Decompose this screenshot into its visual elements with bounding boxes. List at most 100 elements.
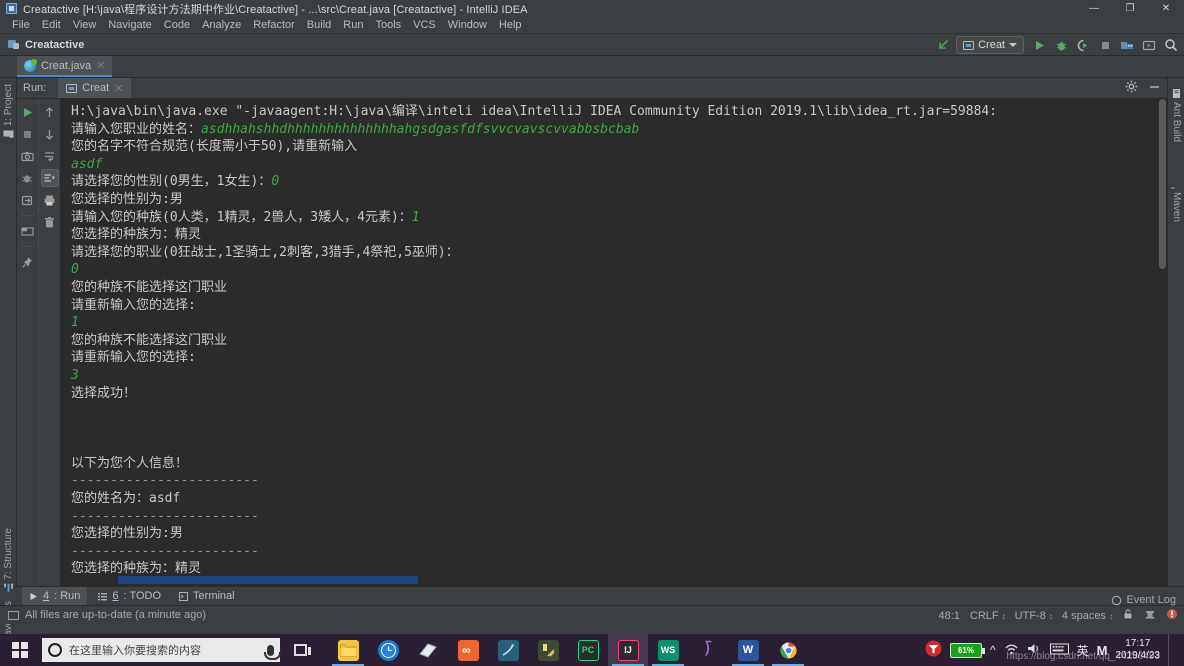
lock-icon[interactable] bbox=[1122, 608, 1134, 623]
taskbar-app-chrome[interactable] bbox=[768, 634, 808, 666]
debug-button[interactable] bbox=[1052, 36, 1070, 54]
battery-indicator[interactable]: 61% bbox=[950, 642, 985, 658]
start-button[interactable] bbox=[0, 634, 40, 666]
bottom-tab-run[interactable]: 4: Run bbox=[22, 587, 88, 605]
show-hidden-icons-button[interactable]: ^ bbox=[990, 643, 996, 657]
console-output[interactable]: H:\java\bin\java.exe "-javaagent:H:\java… bbox=[61, 99, 1167, 586]
tray-app-icon[interactable] bbox=[925, 640, 942, 660]
sidebar-item-ant-build[interactable]: Ant Build bbox=[1168, 88, 1184, 142]
console-scrollbar[interactable] bbox=[1159, 99, 1166, 586]
chrome-icon bbox=[778, 640, 799, 661]
console-prompt: 请输入您的种族(0人类，1精灵，2兽人，3矮人，4元素)： bbox=[71, 209, 412, 225]
menu-help[interactable]: Help bbox=[493, 17, 528, 33]
indent-setting[interactable]: 4 spaces ↕ bbox=[1062, 610, 1113, 622]
line-separator[interactable]: CRLF ↕ bbox=[970, 610, 1006, 622]
menu-window[interactable]: Window bbox=[442, 17, 493, 33]
close-button[interactable]: ✕ bbox=[1148, 0, 1184, 17]
menu-analyze[interactable]: Analyze bbox=[196, 17, 247, 33]
scroll-down-button[interactable] bbox=[41, 125, 59, 143]
taskbar-app-tools[interactable] bbox=[528, 634, 568, 666]
run-button[interactable] bbox=[1030, 36, 1048, 54]
taskbar-app-intellij-idea[interactable]: IJ bbox=[608, 634, 648, 666]
taskbar-clock[interactable]: 17:17 2019/4/23 bbox=[1116, 638, 1161, 662]
ime-mode-icon[interactable]: M bbox=[1097, 643, 1108, 658]
show-desktop-button[interactable] bbox=[1168, 634, 1176, 666]
rerun-button[interactable] bbox=[19, 103, 37, 121]
taskbar-app-word[interactable]: W bbox=[728, 634, 768, 666]
taskbar-app-pycharm[interactable]: PC bbox=[568, 634, 608, 666]
sidebar-item-structure[interactable]: 7: Structure bbox=[0, 528, 17, 594]
ime-chinese-icon[interactable]: 英 bbox=[1077, 642, 1089, 659]
export-button[interactable] bbox=[19, 191, 37, 209]
update-project-button[interactable] bbox=[1140, 36, 1158, 54]
menu-tools[interactable]: Tools bbox=[369, 17, 407, 33]
bottom-tab-todo[interactable]: 6: TODO bbox=[91, 587, 168, 605]
menu-vcs[interactable]: VCS bbox=[407, 17, 442, 33]
microphone-icon[interactable] bbox=[264, 644, 281, 660]
sidebar-item-maven[interactable]: m Maven bbox=[1166, 178, 1184, 222]
layout-button[interactable] bbox=[19, 222, 37, 240]
back-arrow-icon[interactable] bbox=[934, 36, 952, 54]
menu-run[interactable]: Run bbox=[337, 17, 369, 33]
menu-navigate[interactable]: Navigate bbox=[102, 17, 157, 33]
taskbar-app-clock[interactable] bbox=[368, 634, 408, 666]
soft-wrap-button[interactable] bbox=[41, 147, 59, 165]
menu-refactor[interactable]: Refactor bbox=[247, 17, 301, 33]
run-configuration-selector[interactable]: Creat bbox=[956, 36, 1024, 54]
minimize-icon[interactable] bbox=[1148, 80, 1161, 98]
scroll-to-end-button[interactable] bbox=[40, 169, 59, 187]
clear-all-button[interactable] bbox=[41, 213, 59, 231]
console-line: 请选择您的性别(0男生，1女生)：0 bbox=[71, 173, 1167, 191]
taskbar-app-xampp[interactable]: ∞ bbox=[448, 634, 488, 666]
console-line: 请选择您的职业(0狂战士,1圣骑士,2刺客,3猎手,4祭祀,5巫师)： bbox=[71, 244, 459, 260]
sidebar-item-project[interactable]: 1: Project bbox=[0, 84, 17, 140]
run-tab-label: Creat bbox=[82, 82, 110, 94]
taskbar-app-webstorm[interactable]: WS bbox=[648, 634, 688, 666]
title-bar: Creatactive [H:\java\程序设计方法期中作业\Creatact… bbox=[0, 0, 1184, 17]
pin-button[interactable] bbox=[19, 253, 37, 271]
taskbar-app-navicat[interactable] bbox=[488, 634, 528, 666]
run-tab-creat[interactable]: Creat ✕ bbox=[58, 78, 132, 98]
maven-icon: m bbox=[1166, 178, 1182, 192]
minimize-button[interactable]: — bbox=[1076, 0, 1112, 17]
scrollbar-thumb[interactable] bbox=[1159, 99, 1166, 269]
menu-view[interactable]: View bbox=[67, 17, 103, 33]
menu-code[interactable]: Code bbox=[158, 17, 196, 33]
bottom-tab-terminal[interactable]: Terminal bbox=[172, 587, 242, 605]
inspection-icon[interactable] bbox=[1144, 608, 1156, 623]
editor-tab-creat-java[interactable]: Creat.java ✕ bbox=[17, 56, 113, 77]
search-everywhere-icon[interactable] bbox=[1162, 36, 1180, 54]
caret-position[interactable]: 48:1 bbox=[938, 610, 959, 622]
project-structure-button[interactable] bbox=[1118, 36, 1136, 54]
taskbar-app-file-explorer[interactable] bbox=[328, 634, 368, 666]
event-log-button[interactable]: Event Log bbox=[1111, 594, 1176, 606]
debug-attach-button[interactable] bbox=[19, 169, 37, 187]
task-view-button[interactable] bbox=[280, 634, 320, 666]
breadcrumb[interactable]: Creatactive bbox=[25, 39, 84, 51]
network-icon[interactable] bbox=[1004, 642, 1019, 658]
volume-icon[interactable] bbox=[1027, 642, 1042, 658]
menu-edit[interactable]: Edit bbox=[36, 17, 67, 33]
print-button[interactable] bbox=[41, 191, 59, 209]
close-icon[interactable]: ✕ bbox=[96, 59, 105, 72]
error-icon[interactable] bbox=[1166, 608, 1178, 623]
close-icon[interactable]: ✕ bbox=[114, 82, 123, 95]
menu-file[interactable]: File bbox=[6, 17, 36, 33]
taskbar-app-onenote[interactable] bbox=[408, 634, 448, 666]
todo-icon bbox=[98, 592, 108, 600]
console-user-input: 1 bbox=[71, 315, 79, 331]
keyboard-layout-icon[interactable] bbox=[1049, 643, 1069, 658]
stop-button[interactable] bbox=[1096, 36, 1114, 54]
taskbar-app-visual-studio[interactable]: ⟌ bbox=[688, 634, 728, 666]
scroll-up-button[interactable] bbox=[41, 103, 59, 121]
file-encoding[interactable]: UTF-8 ↕ bbox=[1015, 610, 1053, 622]
taskbar-search-input[interactable]: 在这里输入你要搜索的内容 bbox=[42, 638, 281, 662]
screenshot-button[interactable] bbox=[19, 147, 37, 165]
run-config-icon bbox=[963, 40, 975, 50]
menu-build[interactable]: Build bbox=[301, 17, 337, 33]
run-with-coverage-button[interactable] bbox=[1074, 36, 1092, 54]
gear-icon[interactable] bbox=[1125, 80, 1138, 98]
stop-button[interactable] bbox=[19, 125, 37, 143]
maximize-button[interactable]: ❐ bbox=[1112, 0, 1148, 17]
